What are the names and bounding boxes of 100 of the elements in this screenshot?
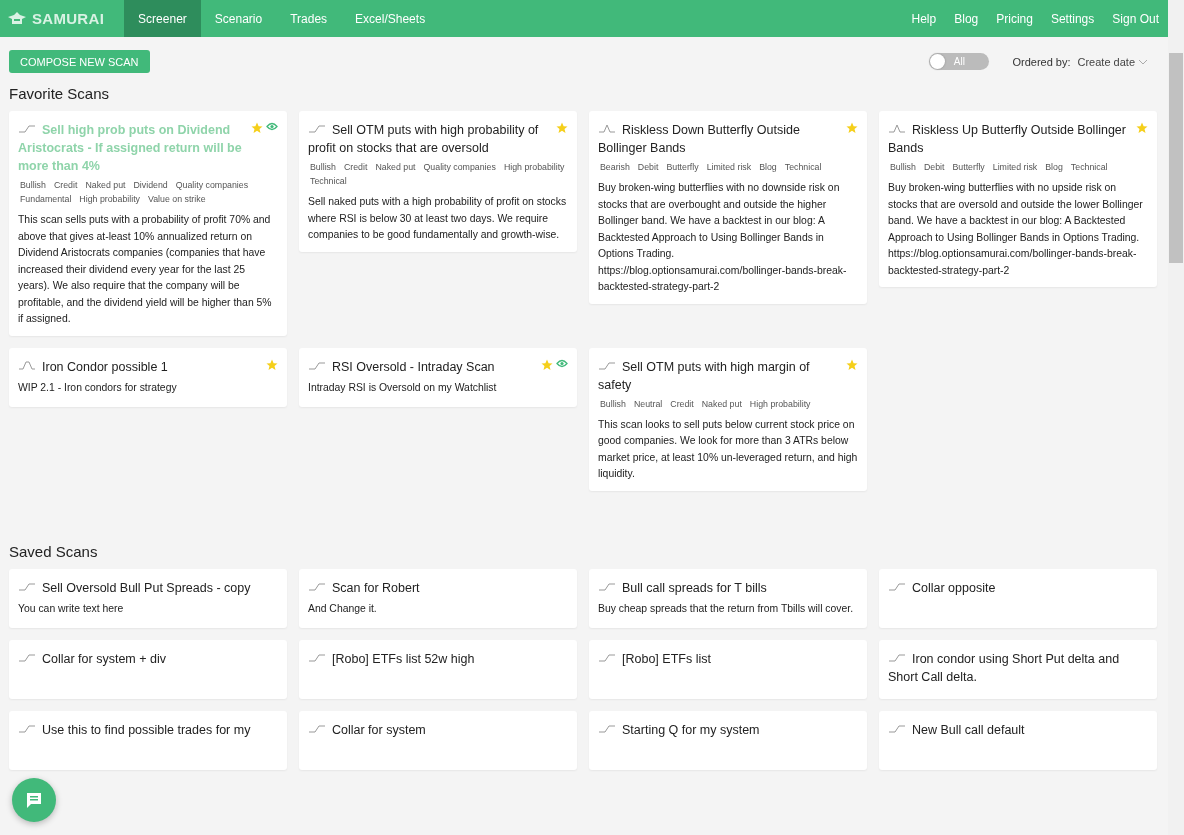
- scan-title[interactable]: Iron Condor possible 1: [18, 357, 262, 376]
- scan-title[interactable]: RSI Oversold - Intraday Scan: [308, 357, 537, 376]
- eye-icon[interactable]: [556, 358, 568, 368]
- tag: Naked put: [375, 161, 416, 174]
- tag: Bearish: [600, 161, 630, 174]
- scan-card[interactable]: Scan for Robert And Change it.: [299, 568, 577, 628]
- scan-description: Buy cheap spreads that the return from Tbills will cover.: [598, 601, 855, 616]
- payoff-icon: [18, 722, 36, 733]
- scan-card[interactable]: [9, 111, 287, 336]
- tag: Fundamental: [20, 193, 72, 206]
- scan-description: And Change it.: [308, 601, 378, 616]
- order-label: Ordered by:: [1012, 55, 1071, 68]
- tag: Bullish: [890, 161, 916, 174]
- payoff-icon: [888, 123, 906, 133]
- chat-icon: [25, 791, 43, 809]
- scan-title[interactable]: [Robo] ETFs list: [598, 649, 854, 668]
- scan-title[interactable]: Sell OTM puts with high probability of profit on stocks that are oversold: [308, 121, 552, 157]
- scan-description: This scan sells puts with a probability of profit 70% and above that gives at-least 10% annualized return on Dividend Aristocrats companies (companies that have increased their dividend every year for the last 25 years). We also require that the company will be profitable, and the dividend yield will be higher than 5% if assigned.: [18, 213, 273, 326]
- scan-card[interactable]: New Bull call default: [879, 710, 1157, 770]
- scan-description: Buy broken-wing butterflies with no downside risk on stocks that are overbought and outside the higher Bollinger band. We have a backtest in our blog: A Backtested Approach to Using Bollinger Bands in Options Trading. https://blog.optionsamurai.com/bollinger-bands-break-backtested-strategy-part-2: [598, 181, 848, 294]
- tag: Quality companies: [423, 161, 496, 174]
- scan-title[interactable]: Collar for system: [308, 720, 564, 739]
- tag: Limited risk: [992, 161, 1038, 174]
- section-title: Saved Scans: [9, 541, 99, 562]
- tag: High probability: [79, 193, 140, 206]
- tag: Bullish: [600, 397, 626, 411]
- scan-card[interactable]: [879, 111, 1157, 287]
- scan-card[interactable]: Collar for system + div: [9, 639, 287, 699]
- payoff-icon: [308, 359, 326, 370]
- scan-description: This scan looks to sell puts below current stock price on good companies. We look for more than 3 ATRs below market price, at least 10% un-leveraged return, and high liquidity.: [598, 417, 858, 481]
- scan-card[interactable]: Iron condor using Short Put delta and Short Call delta.: [879, 639, 1157, 699]
- scan-title[interactable]: New Bull call default: [888, 720, 1144, 739]
- brand-name: SAMURAI: [32, 10, 105, 27]
- scan-title[interactable]: Riskless Up Butterfly Outside Bollinger Bands: [888, 121, 1132, 157]
- scan-card[interactable]: [Robo] ETFs list: [589, 639, 867, 699]
- chat-button[interactable]: [12, 778, 56, 822]
- scan-description: Intraday RSI is Oversold on my Watchlist: [308, 380, 498, 395]
- scan-card[interactable]: Starting Q for my system: [589, 710, 867, 770]
- payoff-icon: [308, 580, 326, 591]
- tag: Technical: [1070, 161, 1108, 174]
- tag: Naked put: [85, 179, 126, 192]
- payoff-icon: [308, 123, 326, 133]
- scan-card[interactable]: [589, 111, 867, 304]
- scan-card[interactable]: Collar for system: [299, 710, 577, 770]
- tag: Bullish: [310, 161, 336, 174]
- tag: Neutral: [633, 397, 663, 411]
- payoff-icon: [598, 651, 616, 662]
- star-icon[interactable]: [846, 122, 858, 134]
- scan-card[interactable]: Use this to find possible trades for my: [9, 710, 287, 770]
- scan-title[interactable]: Sell OTM puts with high margin of safety: [598, 357, 842, 394]
- scan-title[interactable]: Riskless Down Butterfly Outside Bollinger Bands: [598, 121, 842, 157]
- payoff-icon: [598, 722, 616, 733]
- payoff-icon: [18, 359, 36, 370]
- eye-icon[interactable]: [266, 122, 278, 131]
- chevron-down-icon: [1138, 58, 1148, 65]
- star-icon[interactable]: [556, 122, 568, 134]
- scan-title[interactable]: Bull call spreads for T bills: [598, 578, 854, 597]
- payoff-icon: [308, 722, 326, 733]
- payoff-icon: [598, 359, 616, 370]
- star-icon[interactable]: [541, 358, 553, 371]
- scan-title[interactable]: Collar for system + div: [18, 649, 274, 668]
- scan-description: Sell naked puts with a high probability of profit on stocks where RSI is below 30 at least two days. We require companies to be good fundamentally and growth-wise.: [308, 195, 568, 242]
- payoff-icon: [888, 580, 906, 591]
- tag: Value on strike: [148, 193, 206, 206]
- scan-title[interactable]: Use this to find possible trades for my: [18, 720, 274, 739]
- star-icon[interactable]: [266, 358, 278, 371]
- scan-card[interactable]: Collar opposite: [879, 568, 1157, 628]
- scan-title[interactable]: Starting Q for my system: [598, 720, 854, 739]
- order-dropdown[interactable]: Create date: [1077, 55, 1148, 68]
- scan-title[interactable]: [Robo] ETFs list 52w high: [308, 649, 564, 668]
- scan-card[interactable]: [299, 111, 577, 252]
- tag: Technical: [784, 161, 822, 174]
- star-icon[interactable]: [251, 122, 263, 134]
- tag: Quality companies: [175, 179, 249, 192]
- scan-description: Buy broken-wing butterflies with no upside risk on stocks that are oversold and outside the lower Bollinger band. We have a backtest in our blog: A Backtested Approach to Using Bollinger Bands in Options Trading. https://blog.optionsamurai.com/bollinger-bands-break-backtested-strategy-part-2: [888, 181, 1144, 278]
- scan-card[interactable]: Iron Condor possible 1 WIP 2.1 - Iron condors for strategy: [9, 347, 287, 407]
- tag: Butterfly: [666, 161, 699, 174]
- tag: High probability: [503, 161, 565, 174]
- scan-card[interactable]: Bull call spreads for T bills Buy cheap spreads that the return from Tbills will cover.: [589, 568, 867, 628]
- scan-card[interactable]: Sell Oversold Bull Put Spreads - copy You can write text here: [9, 568, 287, 628]
- nav-tab[interactable]: Screener: [124, 0, 201, 37]
- scan-description: You can write text here: [18, 601, 125, 616]
- tag: Credit: [53, 179, 78, 192]
- tag: Credit: [670, 397, 694, 411]
- star-icon[interactable]: [846, 358, 858, 371]
- scan-card[interactable]: [589, 347, 867, 491]
- payoff-icon: [598, 580, 616, 591]
- payoff-icon: [18, 580, 36, 591]
- payoff-icon: [598, 123, 616, 133]
- tag: Bullish: [20, 179, 46, 192]
- scan-card[interactable]: [Robo] ETFs list 52w high: [299, 639, 577, 699]
- scan-title[interactable]: Iron condor using Short Put delta and Short Call delta.: [888, 649, 1144, 686]
- payoff-icon: [18, 123, 36, 133]
- scan-title[interactable]: Sell Oversold Bull Put Spreads - copy: [18, 578, 274, 597]
- tag: Blog: [759, 161, 777, 174]
- star-icon[interactable]: [1136, 122, 1148, 134]
- scan-card[interactable]: RSI Oversold - Intraday Scan Intraday RSI is Oversold on my Watchlist: [299, 347, 577, 407]
- scan-title[interactable]: Collar opposite: [888, 578, 1144, 597]
- samurai-logo-icon: [6, 10, 28, 27]
- scan-title[interactable]: Scan for Robert: [308, 578, 564, 597]
